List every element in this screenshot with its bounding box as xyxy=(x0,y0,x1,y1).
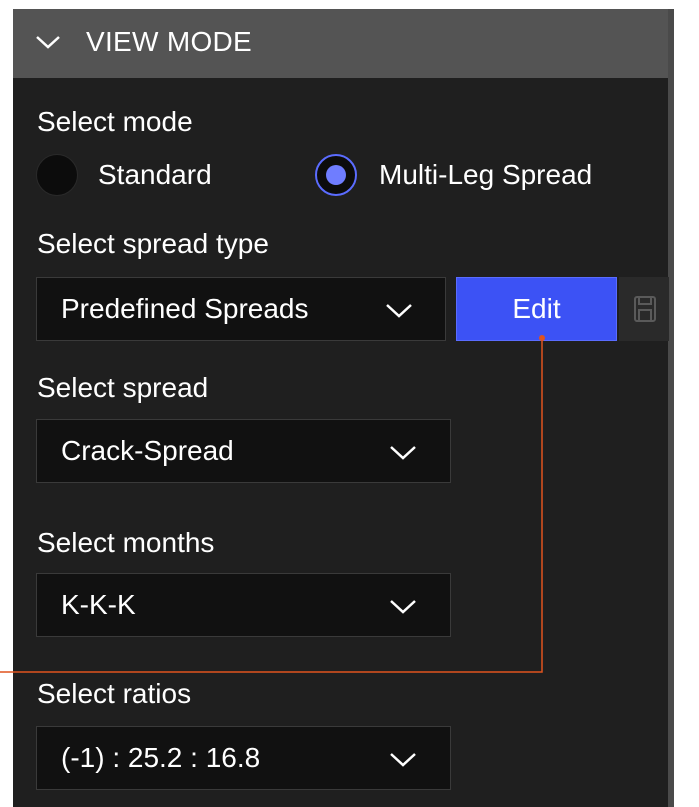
months-dropdown[interactable]: K-K-K xyxy=(36,573,451,637)
select-months-label: Select months xyxy=(37,527,215,558)
save-icon xyxy=(634,296,656,322)
view-mode-title: VIEW MODE xyxy=(86,26,253,57)
ratios-dropdown[interactable]: (-1) : 25.2 : 16.8 xyxy=(36,726,451,790)
select-spread-type-label: Select spread type xyxy=(37,228,269,259)
chevron-down-icon xyxy=(390,446,416,460)
select-spread-label: Select spread xyxy=(37,372,209,403)
radio-multi-leg-spread-circle[interactable] xyxy=(315,154,357,196)
chevron-down-icon xyxy=(390,600,416,614)
chevron-down-icon xyxy=(390,753,416,767)
radio-standard[interactable]: Standard xyxy=(36,154,236,198)
radio-multi-leg-spread[interactable]: Multi-Leg Spread xyxy=(315,154,635,198)
select-ratios-label: Select ratios xyxy=(37,678,192,709)
scrollbar[interactable] xyxy=(668,9,674,807)
spread-type-dropdown[interactable]: Predefined Spreads xyxy=(36,277,446,341)
spread-type-value: Predefined Spreads xyxy=(61,293,309,324)
edit-button[interactable]: Edit xyxy=(456,277,617,341)
radio-standard-circle[interactable] xyxy=(36,154,78,196)
select-mode-label: Select mode xyxy=(37,106,193,137)
ratios-value: (-1) : 25.2 : 16.8 xyxy=(61,742,261,773)
radio-standard-label[interactable]: Standard xyxy=(98,158,212,192)
view-mode-header[interactable]: VIEW MODE xyxy=(13,9,668,78)
spread-value: Crack-Spread xyxy=(61,435,234,466)
spread-dropdown[interactable]: Crack-Spread xyxy=(36,419,451,483)
months-value: K-K-K xyxy=(61,589,136,620)
save-button[interactable] xyxy=(619,277,669,341)
chevron-down-icon[interactable] xyxy=(34,30,62,54)
radio-multi-leg-spread-label[interactable]: Multi-Leg Spread xyxy=(379,158,592,192)
chevron-down-icon xyxy=(386,304,412,318)
